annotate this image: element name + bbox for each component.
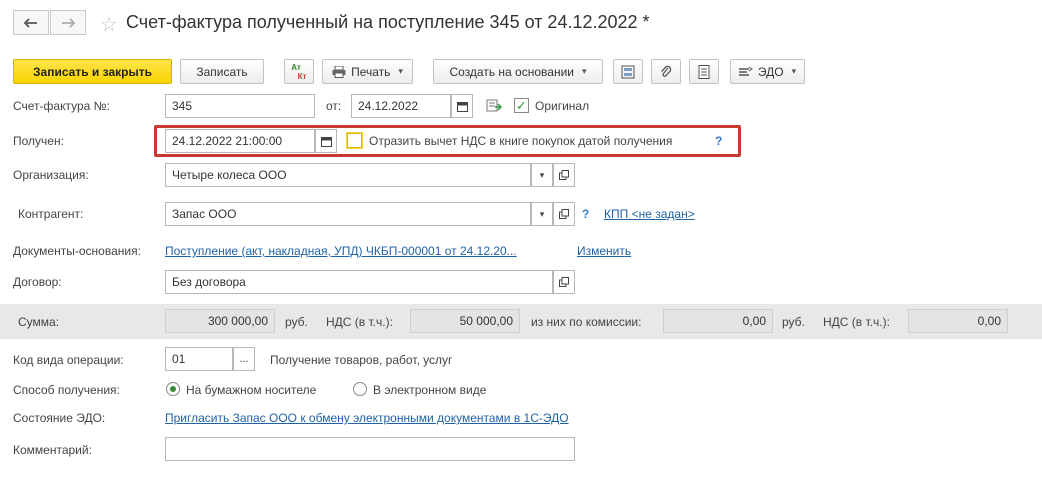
kpp-link[interactable]: КПП <не задан> [604, 207, 695, 221]
invoice-date-from-label: от: [326, 99, 342, 113]
receive-method-electronic-radio[interactable] [353, 382, 367, 396]
edo-state-label: Состояние ЭДО: [13, 411, 106, 425]
sum-label: Сумма: [18, 315, 60, 329]
operation-code-description: Получение товаров, работ, услуг [270, 353, 453, 367]
chevron-down-icon: ▾ [539, 208, 545, 219]
invoice-number-input[interactable]: 345 [165, 94, 315, 118]
operation-code-input[interactable]: 01 [165, 347, 233, 371]
chevron-down-icon: ▾ [539, 169, 545, 180]
calendar-icon [456, 101, 468, 112]
contractor-label: Контрагент: [18, 207, 84, 221]
chevron-down-icon: ▾ [581, 66, 587, 76]
commission-vat-label: НДС (в т.ч.): [823, 315, 890, 329]
organization-input[interactable]: Четыре колеса ООО [165, 163, 531, 187]
original-checkbox[interactable]: ✓ [514, 98, 529, 113]
vat-value: 50 000,00 [410, 309, 520, 333]
receive-method-label: Способ получения: [13, 383, 120, 397]
highlight-frame [154, 125, 741, 157]
report-button[interactable] [689, 59, 719, 84]
save-and-close-button[interactable]: Записать и закрыть [13, 59, 172, 84]
commission-value: 0,00 [663, 309, 773, 333]
arrow-right-icon [62, 17, 75, 28]
organization-label: Организация: [13, 168, 89, 182]
document-list-icon [698, 64, 710, 79]
base-document-link[interactable]: Поступление (акт, накладная, УПД) ЧКБП-0… [165, 244, 517, 258]
invoice-date-input[interactable]: 24.12.2022 [351, 94, 451, 118]
back-button[interactable] [13, 10, 49, 35]
arrow-left-icon [24, 17, 37, 28]
dt-kt-icon-top: Ат [291, 62, 301, 72]
forward-button[interactable] [50, 10, 86, 35]
edo-icon [738, 66, 753, 76]
sum-value: 300 000,00 [165, 309, 275, 333]
print-label: Печать [351, 64, 391, 79]
print-button[interactable]: Печать ▾ [322, 59, 413, 84]
change-base-document-link[interactable]: Изменить [577, 244, 631, 258]
dt-kt-button[interactable]: Ат Кт [284, 59, 314, 84]
original-label: Оригинал [535, 99, 590, 113]
organization-open-button[interactable] [553, 163, 575, 187]
create-based-on-label: Создать на основании [449, 64, 574, 79]
save-label: Записать [196, 64, 248, 79]
structure-icon [621, 65, 635, 78]
organization-dropdown-button[interactable]: ▾ [531, 163, 553, 187]
commission-currency-label: руб. [782, 315, 805, 329]
favorite-star-icon[interactable]: ☆ [100, 12, 118, 37]
edo-invite-link[interactable]: Пригласить Запас ООО к обмену электронны… [165, 411, 569, 425]
attach-file-button[interactable] [651, 59, 681, 84]
contractor-open-button[interactable] [553, 202, 575, 226]
contractor-help[interactable]: ? [582, 207, 589, 221]
vat-included-label: НДС (в т.ч.): [326, 315, 393, 329]
contract-input[interactable]: Без договора [165, 270, 553, 294]
comment-input[interactable] [165, 437, 575, 461]
fill-from-document-icon[interactable] [486, 99, 503, 115]
structure-button[interactable] [613, 59, 643, 84]
chevron-down-icon: ▾ [791, 66, 797, 76]
receive-method-paper-radio[interactable] [166, 382, 180, 396]
comment-label: Комментарий: [13, 443, 92, 457]
commission-label: из них по комиссии: [531, 315, 642, 329]
open-window-icon [559, 277, 569, 287]
dt-kt-icon-bottom: Кт [297, 71, 307, 81]
receive-method-electronic-label: В электронном виде [373, 383, 487, 397]
paperclip-icon [661, 65, 672, 77]
page-title: Счет-фактура полученный на поступление 3… [126, 12, 650, 32]
contract-label: Договор: [13, 275, 62, 289]
create-based-on-button[interactable]: Создать на основании ▾ [433, 59, 603, 84]
contractor-dropdown-button[interactable]: ▾ [531, 202, 553, 226]
printer-icon [332, 65, 346, 78]
save-button[interactable]: Записать [180, 59, 264, 84]
received-label: Получен: [13, 134, 64, 148]
receive-method-paper-label: На бумажном носителе [186, 383, 317, 397]
save-and-close-label: Записать и закрыть [33, 64, 152, 79]
chevron-down-icon: ▾ [398, 66, 403, 76]
edo-button[interactable]: ЭДО ▾ [730, 59, 805, 84]
currency-label: руб. [285, 315, 308, 329]
open-window-icon [559, 209, 569, 219]
base-documents-label: Документы-основания: [13, 244, 141, 258]
operation-code-select-button[interactable]: ... [233, 347, 255, 371]
operation-code-label: Код вида операции: [13, 353, 124, 367]
edo-label: ЭДО [757, 64, 784, 79]
calendar-button[interactable] [451, 94, 473, 118]
invoice-number-label: Счет-фактура №: [13, 99, 110, 113]
contract-open-button[interactable] [553, 270, 575, 294]
commission-vat-value: 0,00 [908, 309, 1008, 333]
open-window-icon [559, 170, 569, 180]
contractor-input[interactable]: Запас ООО [165, 202, 531, 226]
